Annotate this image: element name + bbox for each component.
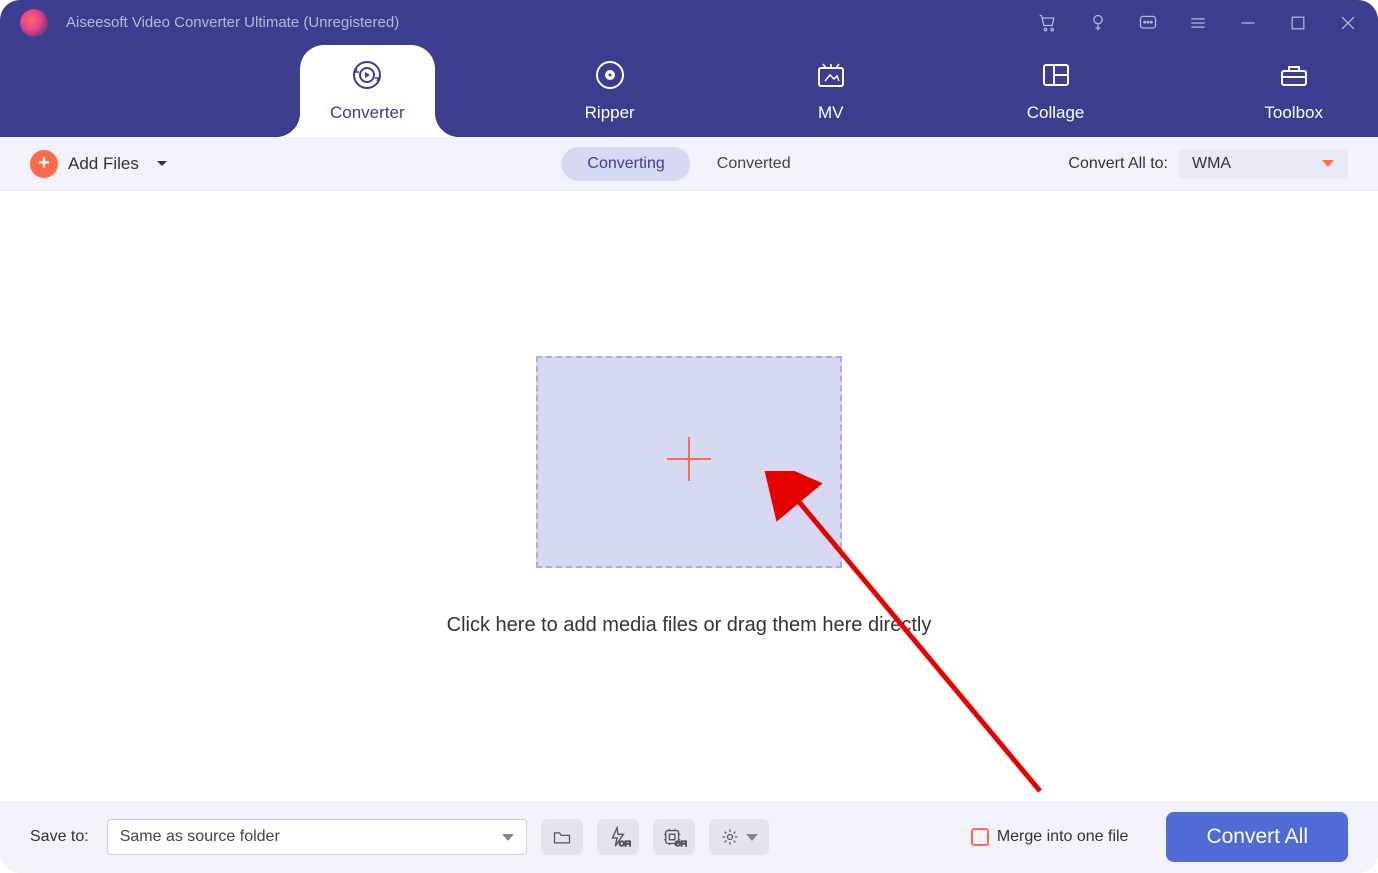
close-icon[interactable]	[1338, 13, 1358, 33]
window-controls	[1038, 13, 1358, 33]
app-logo-icon	[20, 9, 48, 37]
merge-checkbox[interactable]: Merge into one file	[971, 828, 1129, 846]
add-files-button[interactable]: + Add Files	[30, 150, 169, 178]
converter-icon	[351, 59, 383, 91]
app-window: Aiseesoft Video Converter Ultimate (Unre…	[0, 0, 1378, 873]
plus-icon: +	[30, 150, 58, 178]
add-files-label: Add Files	[68, 154, 139, 174]
save-to-value: Same as source folder	[120, 828, 280, 846]
tab-label: Collage	[1027, 103, 1085, 123]
title-bar: Aiseesoft Video Converter Ultimate (Unre…	[0, 0, 1378, 45]
tab-collage[interactable]: Collage	[997, 45, 1115, 137]
chevron-down-icon	[1322, 160, 1334, 167]
ripper-icon	[594, 59, 626, 91]
tab-label: Converter	[330, 103, 405, 123]
convert-all-to-label: Convert All to:	[1068, 155, 1168, 173]
feedback-icon[interactable]	[1138, 13, 1158, 33]
format-select[interactable]: WMA	[1178, 149, 1348, 179]
tab-ripper[interactable]: Ripper	[555, 45, 665, 137]
plus-icon	[657, 427, 721, 496]
bottom-bar: Save to: Same as source folder OFF OFF M…	[0, 801, 1378, 873]
checkbox-icon	[971, 828, 989, 846]
toolbox-icon	[1278, 59, 1310, 91]
convert-all-button[interactable]: Convert All	[1166, 812, 1348, 862]
convert-all-to: Convert All to: WMA	[1068, 149, 1348, 179]
main-content: Click here to add media files or drag th…	[0, 191, 1378, 801]
dropzone-label: Click here to add media files or drag th…	[447, 614, 932, 637]
tab-label: MV	[818, 103, 844, 123]
svg-text:OFF: OFF	[675, 839, 687, 848]
open-folder-button[interactable]	[541, 819, 583, 855]
merge-label: Merge into one file	[997, 828, 1129, 846]
window-title: Aiseesoft Video Converter Ultimate (Unre…	[66, 14, 1038, 31]
svg-text:OFF: OFF	[619, 839, 631, 848]
settings-button[interactable]	[709, 819, 769, 855]
hardware-accel-button[interactable]: OFF	[597, 819, 639, 855]
tab-toolbox[interactable]: Toolbox	[1234, 45, 1353, 137]
format-value: WMA	[1192, 155, 1231, 173]
collage-icon	[1040, 59, 1072, 91]
chevron-down-icon	[155, 159, 169, 169]
tab-converter[interactable]: Converter	[300, 45, 435, 137]
segment-converting[interactable]: Converting	[561, 147, 690, 181]
main-tabs: Converter Ripper MV Collage Toolbox	[0, 45, 1378, 137]
tab-label: Toolbox	[1264, 103, 1323, 123]
segment-converted[interactable]: Converted	[691, 147, 817, 181]
save-to-label: Save to:	[30, 828, 89, 846]
tab-mv[interactable]: MV	[785, 45, 877, 137]
key-icon[interactable]	[1088, 13, 1108, 33]
tab-label: Ripper	[585, 103, 635, 123]
mv-icon	[815, 59, 847, 91]
save-to-select[interactable]: Same as source folder	[107, 819, 527, 855]
chevron-down-icon	[502, 834, 514, 841]
maximize-icon[interactable]	[1288, 13, 1308, 33]
cart-icon[interactable]	[1038, 13, 1058, 33]
gpu-button[interactable]: OFF	[653, 819, 695, 855]
chevron-down-icon	[746, 834, 758, 841]
status-segmented: Converting Converted	[561, 147, 816, 181]
menu-icon[interactable]	[1188, 13, 1208, 33]
minimize-icon[interactable]	[1238, 13, 1258, 33]
dropzone[interactable]	[536, 356, 842, 568]
sub-toolbar: + Add Files Converting Converted Convert…	[0, 137, 1378, 191]
